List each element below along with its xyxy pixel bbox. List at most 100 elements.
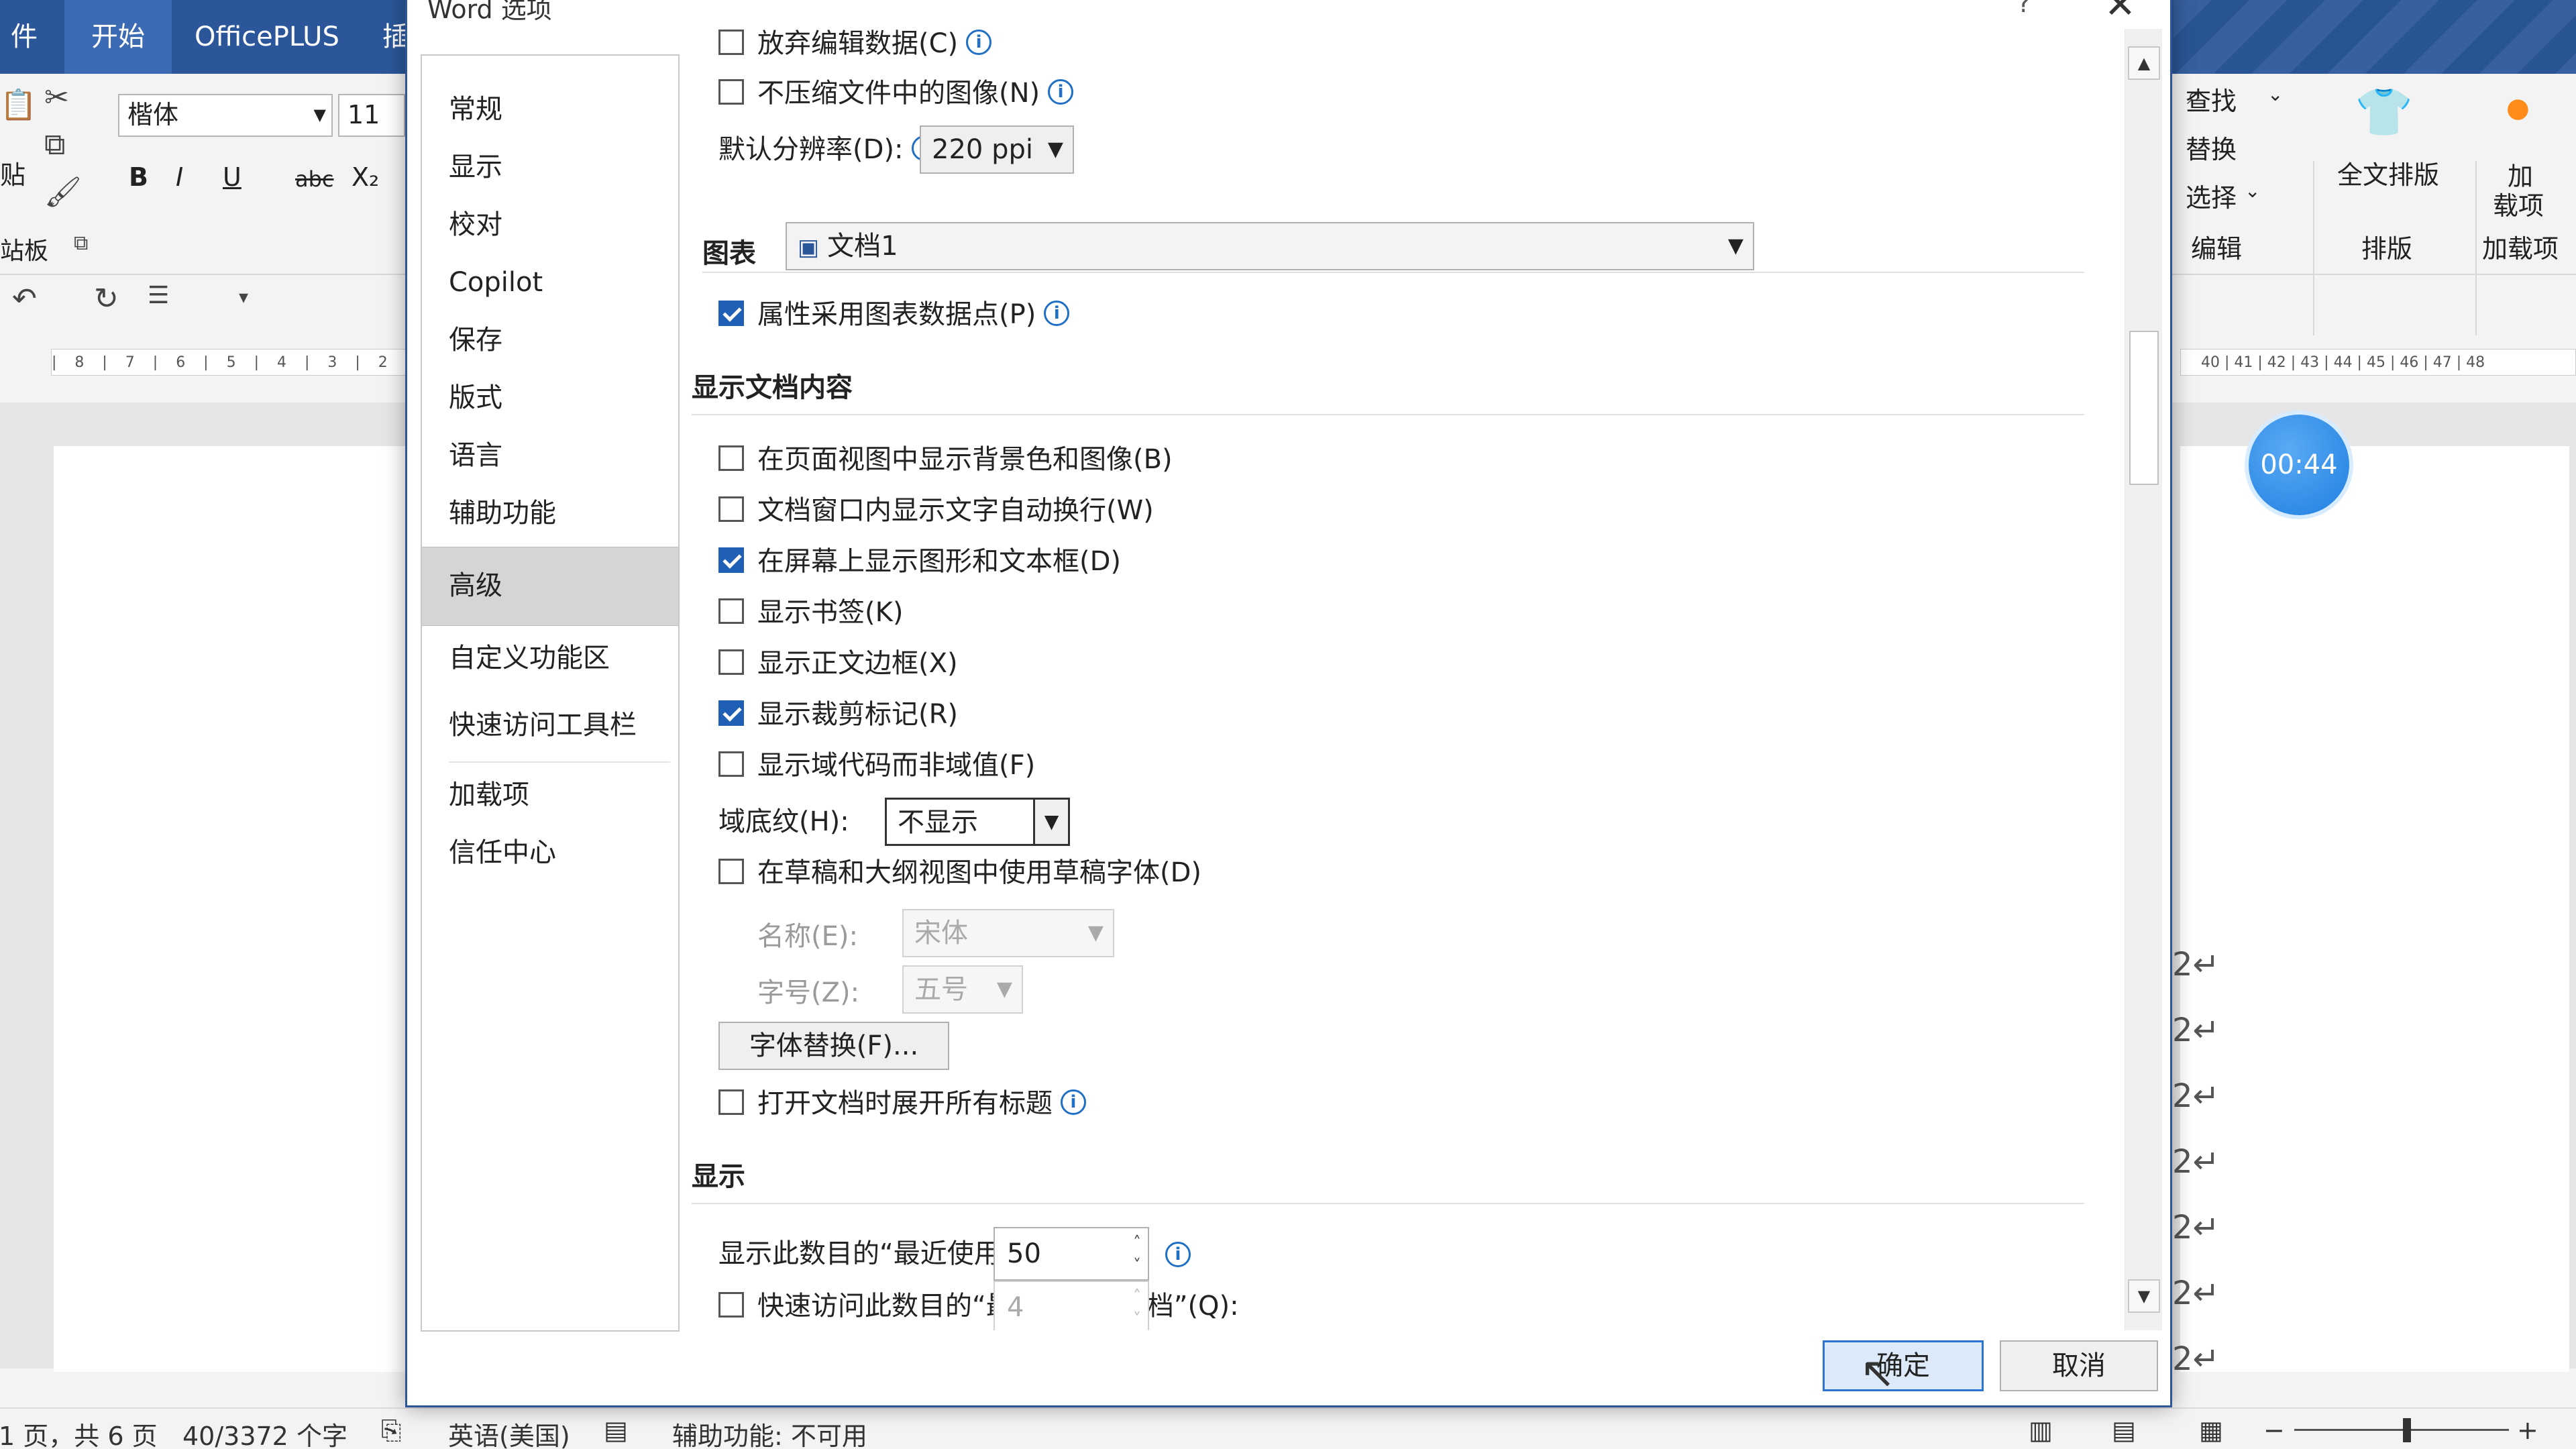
draft-font-checkbox[interactable]	[718, 859, 744, 884]
chart-document-select[interactable]: ▣ 文档1 ▼	[786, 222, 1754, 270]
language-status[interactable]: 英语(美国)	[448, 1415, 570, 1449]
proofing-icon[interactable]: ⎘	[381, 1415, 401, 1446]
ok-button[interactable]: 确定	[1823, 1340, 1984, 1391]
timer-badge[interactable]: 00:44	[2249, 415, 2349, 515]
expand-headings-checkbox[interactable]	[718, 1089, 744, 1115]
quick-access-recent-option[interactable]: 快速访问此数目的“最近使用的文档”(Q):	[718, 1286, 1239, 1326]
word-count-status[interactable]: 40/3372 个字	[182, 1415, 347, 1449]
nav-item-quick-access-toolbar[interactable]: 快速访问工具栏	[422, 698, 678, 752]
zoom-out-icon[interactable]: −	[2263, 1415, 2285, 1445]
draft-font-size-select[interactable]: 五号 ▼	[902, 965, 1023, 1014]
cut-icon[interactable]: ✂	[44, 80, 69, 115]
zoom-in-icon[interactable]: +	[2517, 1415, 2538, 1445]
nav-item-typography[interactable]: 版式	[422, 371, 678, 425]
info-icon[interactable]: i	[1044, 301, 1070, 326]
nav-item-language[interactable]: 语言	[422, 429, 678, 482]
discard-edit-data-checkbox[interactable]	[718, 30, 744, 55]
find-button[interactable]: 查找	[2186, 80, 2237, 117]
copy-icon[interactable]: ⧉	[44, 127, 65, 162]
nav-item-advanced[interactable]: 高级	[422, 547, 678, 626]
show-crop-marks-option[interactable]: 显示裁剪标记(R)	[718, 694, 958, 735]
info-icon[interactable]: i	[1165, 1242, 1191, 1267]
info-icon[interactable]: i	[966, 30, 992, 55]
info-icon[interactable]: i	[1061, 1089, 1086, 1115]
tab-file[interactable]: 件	[0, 0, 64, 74]
replace-button[interactable]: 替换	[2186, 129, 2237, 166]
show-bookmarks-option[interactable]: 显示书签(K)	[718, 592, 903, 633]
strikethrough-button[interactable]: abc	[295, 166, 334, 192]
read-mode-icon[interactable]: ▥	[2029, 1415, 2053, 1445]
undo-icon[interactable]: ↶	[12, 282, 37, 316]
page-count-status[interactable]: 1 页，共 6 页	[0, 1415, 158, 1449]
chart-data-points-checkbox[interactable]	[718, 301, 744, 326]
field-shading-select[interactable]: 不显示 ▼	[885, 798, 1070, 846]
info-icon[interactable]: i	[1048, 79, 1074, 105]
options-scrollbar[interactable]: ▲ ▼	[2125, 29, 2162, 1330]
quick-access-recent-checkbox[interactable]	[718, 1292, 744, 1318]
no-compress-images-checkbox[interactable]	[718, 79, 744, 105]
paste-icon[interactable]: 📋	[0, 87, 37, 122]
show-drawings-checkbox[interactable]	[718, 547, 744, 573]
print-layout-icon[interactable]: ▤	[2112, 1415, 2136, 1445]
spinner-arrows-icon[interactable]: ˄ ˅	[1133, 1231, 1141, 1277]
draft-font-option[interactable]: 在草稿和大纲视图中使用草稿字体(D)	[718, 853, 1201, 893]
show-drawings-option[interactable]: 在屏幕上显示图形和文本框(D)	[718, 541, 1121, 582]
clipboard-launcher-icon[interactable]: ⧉	[74, 231, 88, 255]
italic-button[interactable]: I	[176, 162, 183, 192]
customize-toolbar-icon[interactable]: ▾	[239, 286, 248, 308]
underline-button[interactable]: U	[223, 162, 241, 192]
help-button[interactable]: ?	[2017, 0, 2031, 18]
wrap-text-checkbox[interactable]	[718, 496, 744, 522]
discard-edit-data-option[interactable]: 放弃编辑数据(C) i	[718, 29, 992, 64]
default-resolution-select[interactable]: 220 ppi ▼	[920, 125, 1074, 174]
nav-item-trust-center[interactable]: 信任中心	[422, 826, 678, 879]
zoom-slider[interactable]	[2294, 1429, 2509, 1431]
recent-docs-spinner[interactable]: 50 ˄ ˅	[994, 1227, 1149, 1281]
redo-icon[interactable]: ↻	[94, 282, 119, 316]
quick-access-recent-spinner[interactable]: 4 ˄ ˅	[994, 1281, 1149, 1330]
show-field-codes-option[interactable]: 显示域代码而非域值(F)	[718, 745, 1035, 786]
expand-headings-option[interactable]: 打开文档时展开所有标题 i	[718, 1083, 1086, 1124]
font-name-combo[interactable]: 楷体 ▼	[118, 94, 333, 137]
font-substitution-button[interactable]: 字体替换(F)...	[718, 1022, 949, 1070]
document-page-right[interactable]	[2180, 446, 2569, 1372]
select-button[interactable]: 选择	[2186, 177, 2237, 214]
show-text-boundaries-option[interactable]: 显示正文边框(X)	[718, 643, 958, 684]
show-field-codes-checkbox[interactable]	[718, 751, 744, 777]
list-icon[interactable]: ☰	[148, 282, 169, 309]
tab-home[interactable]: 开始	[64, 0, 172, 74]
show-background-checkbox[interactable]	[718, 445, 744, 471]
bold-button[interactable]: B	[129, 162, 148, 192]
draft-font-name-select[interactable]: 宋体 ▼	[902, 909, 1114, 957]
cancel-button[interactable]: 取消	[2000, 1340, 2158, 1391]
nav-item-general[interactable]: 常规	[422, 83, 678, 136]
accessibility-status[interactable]: 辅助功能: 不可用	[672, 1415, 867, 1449]
font-size-combo[interactable]: 11	[338, 94, 405, 137]
scroll-up-icon[interactable]: ▲	[2128, 46, 2160, 80]
web-layout-icon[interactable]: ▦	[2199, 1415, 2223, 1445]
subscript-button[interactable]: X₂	[352, 162, 379, 192]
show-background-option[interactable]: 在页面视图中显示背景色和图像(B)	[718, 439, 1173, 480]
macro-icon[interactable]: ▤	[604, 1415, 628, 1445]
nav-item-accessibility[interactable]: 辅助功能	[422, 486, 678, 540]
document-page-left[interactable]	[54, 446, 409, 1372]
chart-data-points-option[interactable]: 属性采用图表数据点(P) i	[718, 294, 1070, 335]
show-crop-marks-checkbox[interactable]	[718, 700, 744, 726]
no-compress-images-option[interactable]: 不压缩文件中的图像(N) i	[718, 73, 1074, 113]
scroll-thumb[interactable]	[2129, 331, 2159, 485]
nav-item-proofing[interactable]: 校对	[422, 198, 678, 252]
show-bookmarks-checkbox[interactable]	[718, 598, 744, 624]
full-layout-button[interactable]: 全文排版	[2337, 154, 2439, 191]
nav-item-save[interactable]: 保存	[422, 313, 678, 367]
addin-button-line2[interactable]: 载项	[2493, 185, 2544, 222]
nav-item-display[interactable]: 显示	[422, 140, 678, 194]
nav-item-customize-ribbon[interactable]: 自定义功能区	[422, 631, 678, 685]
nav-item-copilot[interactable]: Copilot	[422, 256, 678, 309]
tab-officeplus[interactable]: OfficePLUS	[168, 0, 366, 74]
close-button[interactable]: ✕	[2104, 0, 2136, 27]
wrap-text-option[interactable]: 文档窗口内显示文字自动换行(W)	[718, 490, 1154, 531]
nav-item-addins[interactable]: 加载项	[422, 768, 678, 822]
show-text-boundaries-checkbox[interactable]	[718, 649, 744, 675]
scroll-down-icon[interactable]: ▼	[2128, 1279, 2160, 1313]
zoom-slider-thumb[interactable]	[2403, 1418, 2411, 1442]
